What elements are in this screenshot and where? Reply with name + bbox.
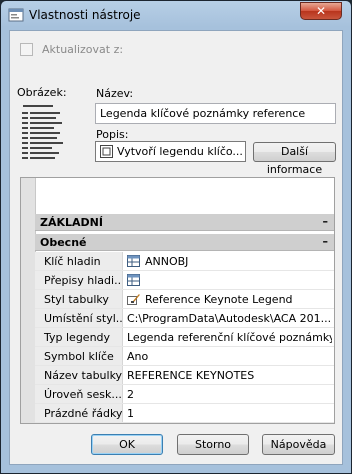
description-icon <box>100 145 113 158</box>
property-row[interactable]: Název tabulky REFERENCE KEYNOTES <box>35 366 334 385</box>
property-row[interactable]: Typ legendy Legenda referenční klíčové p… <box>35 328 334 347</box>
image-label: Obrázek: <box>17 86 67 99</box>
property-value[interactable]: Ano <box>127 350 332 363</box>
property-row[interactable]: Přepisy hladi... <box>35 271 334 290</box>
property-row[interactable]: Styl tabulky Reference Keynote Legend <box>35 290 334 309</box>
close-button[interactable]: ✕ <box>300 2 342 20</box>
collapse-icon[interactable]: – <box>323 215 329 228</box>
property-row[interactable]: Oddělovač dat- <box>35 423 334 424</box>
property-value[interactable]: Reference Keynote Legend <box>145 293 333 306</box>
property-row[interactable]: Umístění styl... C:\ProgramData\Autodesk… <box>35 309 334 328</box>
table-icon[interactable] <box>127 274 140 286</box>
property-value[interactable]: Legenda referenční klíčové poznámky <box>127 331 332 344</box>
palette-side-strip <box>21 178 36 423</box>
section-basic-title: ZÁKLADNÍ <box>40 216 103 229</box>
name-input[interactable]: Legenda klíčové poznámky reference <box>95 103 336 124</box>
property-row[interactable]: Klíč hladin ANNOBJ <box>35 252 334 271</box>
ok-button[interactable]: OK <box>91 434 163 455</box>
property-value[interactable]: 1 <box>127 407 332 420</box>
section-general[interactable]: Obecné – <box>35 234 334 251</box>
tool-preview-image[interactable] <box>20 103 78 163</box>
cancel-button[interactable]: Storno <box>177 434 249 455</box>
name-label: Název: <box>96 87 134 100</box>
dialog-window: Vlastnosti nástroje ✕ Aktualizovat z: Ob… <box>0 0 352 474</box>
description-label: Popis: <box>96 128 129 141</box>
property-row[interactable]: Symbol klíče Ano <box>35 347 334 366</box>
property-key: Umístění styl... <box>35 309 123 327</box>
close-icon: ✕ <box>315 4 327 18</box>
property-key: Klíč hladin <box>35 252 123 270</box>
property-key: Styl tabulky <box>35 290 123 308</box>
property-key: Symbol klíče <box>35 347 123 365</box>
property-key: Oddělovač dat <box>35 423 123 424</box>
dialog-client-area: Aktualizovat z: Obrázek: Název: Legenda … <box>9 30 343 465</box>
description-field[interactable]: Vytvoří legendu klíčo... <box>95 141 246 162</box>
property-key: Typ legendy <box>35 328 123 346</box>
property-key: Úroveň sesk... <box>35 385 123 403</box>
property-row[interactable]: Úroveň sesk... 2 <box>35 385 334 404</box>
help-button[interactable]: Nápověda <box>262 434 335 455</box>
section-general-title: Obecné <box>40 236 87 249</box>
table-icon <box>127 255 140 267</box>
property-key: Prázdné řádky <box>35 404 123 422</box>
property-row[interactable]: Prázdné řádky 1 <box>35 404 334 423</box>
style-brush-icon <box>127 294 140 305</box>
property-value[interactable]: REFERENCE KEYNOTES <box>127 369 332 382</box>
title-bar[interactable]: Vlastnosti nástroje ✕ <box>1 1 351 29</box>
section-basic[interactable]: ZÁKLADNÍ – <box>35 214 334 231</box>
more-information-button[interactable]: Další informace <box>253 142 336 176</box>
property-palette: ZÁKLADNÍ – Obecné – Klíč hladin ANNOBJ P… <box>20 177 335 424</box>
property-key: Přepisy hladi... <box>35 271 123 289</box>
property-key: Název tabulky <box>35 366 123 384</box>
tool-properties-icon <box>8 8 24 22</box>
property-value[interactable]: 2 <box>127 388 332 401</box>
property-value[interactable]: C:\ProgramData\Autodesk\ACA 201... <box>127 312 332 325</box>
update-from-label: Aktualizovat z: <box>42 43 124 56</box>
description-text: Vytvoří legendu klíčo... <box>117 145 243 158</box>
window-title: Vlastnosti nástroje <box>29 8 141 22</box>
property-value[interactable]: ANNOBJ <box>145 255 333 268</box>
collapse-icon[interactable]: – <box>323 235 329 248</box>
update-from-checkbox[interactable] <box>20 43 33 56</box>
